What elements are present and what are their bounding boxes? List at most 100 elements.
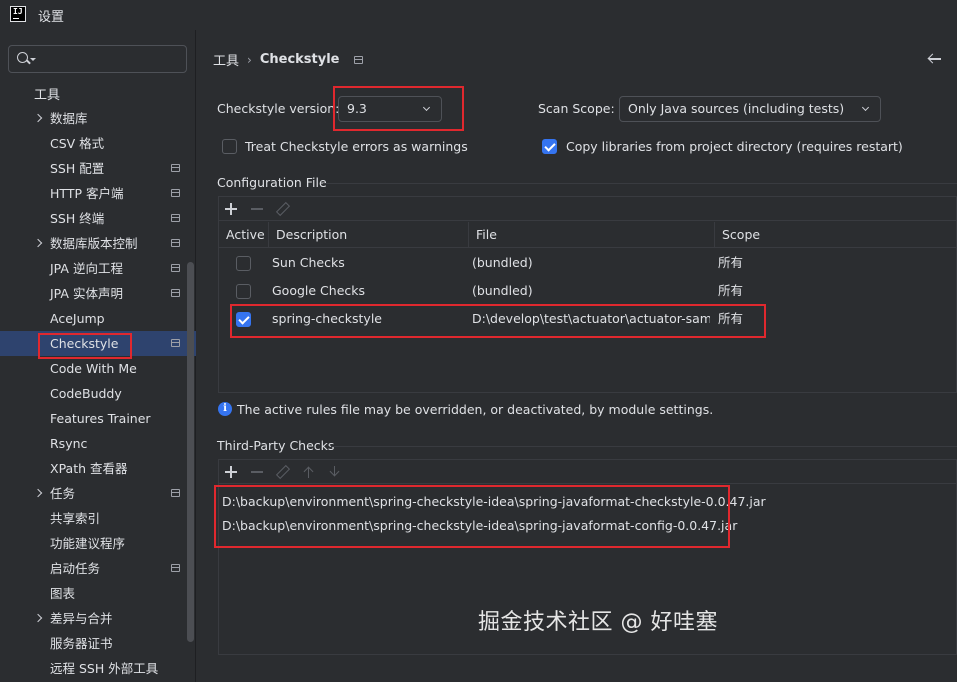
nav-group-header-tools[interactable]: 工具 [34, 84, 60, 103]
section-divider [331, 446, 957, 447]
sidebar-item[interactable]: SSH 终端 [0, 206, 196, 231]
sidebar-item[interactable]: 功能建议程序 [0, 531, 196, 556]
chevron-right-icon[interactable] [33, 488, 43, 498]
treat-errors-checkbox[interactable] [222, 139, 237, 154]
sidebar-item[interactable]: CSV 格式 [0, 131, 196, 156]
move-down-icon[interactable] [329, 466, 341, 478]
treat-errors-label[interactable]: Treat Checkstyle errors as warnings [245, 139, 468, 154]
list-item[interactable]: D:\backup\environment\spring-checkstyle-… [222, 518, 737, 533]
sidebar-item[interactable]: HTTP 客户端 [0, 181, 196, 206]
sidebar-item[interactable]: JPA 实体声明 [0, 281, 196, 306]
project-scope-icon [171, 489, 180, 497]
column-header-scope[interactable]: Scope [714, 222, 957, 248]
chevron-down-icon [422, 103, 431, 112]
sidebar-item[interactable]: 远程 SSH 外部工具 [0, 656, 196, 681]
sidebar-item[interactable]: JPA 逆向工程 [0, 256, 196, 281]
table-row[interactable]: Google Checks (bundled) 所有 [219, 277, 956, 305]
config-toolbar [219, 197, 956, 221]
sidebar-item[interactable]: 数据库版本控制 [0, 231, 196, 256]
copy-libraries-checkbox[interactable] [542, 139, 557, 154]
cell-description: Google Checks [272, 283, 366, 298]
chevron-right-icon[interactable] [33, 238, 43, 248]
sidebar-item[interactable]: 服务器证书 [0, 631, 196, 656]
chevron-right-icon[interactable] [33, 613, 43, 623]
scan-scope-select[interactable]: Only Java sources (including tests) [619, 96, 881, 122]
project-scope-icon [171, 164, 180, 172]
sidebar-item-label: 数据库 [50, 111, 88, 126]
intellij-app-icon: IJ [10, 6, 26, 22]
sidebar-item-label: 远程 SSH 外部工具 [50, 661, 159, 676]
sidebar-item[interactable]: AceJump [0, 306, 196, 331]
sidebar-scrollbar[interactable] [187, 262, 194, 642]
project-scope-icon [171, 564, 180, 572]
chevron-right-icon[interactable] [33, 113, 43, 123]
sidebar-item-label: 图表 [50, 586, 76, 601]
sidebar-item-label: 差异与合并 [50, 611, 113, 626]
sidebar-item-label: Code With Me [50, 361, 137, 376]
column-header-active[interactable]: Active [219, 222, 268, 248]
sidebar-item[interactable]: SSH 配置 [0, 156, 196, 181]
sidebar-item[interactable]: 数据库 [0, 106, 196, 131]
project-scope-icon [171, 189, 180, 197]
breadcrumb: 工具 › Checkstyle [213, 50, 363, 69]
table-row[interactable]: spring-checkstyle D:\develop\test\actuato… [219, 305, 956, 333]
sidebar-item[interactable]: 图表 [0, 581, 196, 606]
sidebar-item-label: HTTP 客户端 [50, 186, 124, 201]
breadcrumb-parent[interactable]: 工具 [213, 50, 239, 69]
breadcrumb-current: Checkstyle [259, 52, 340, 67]
search-input[interactable] [39, 50, 179, 68]
settings-sidebar: 工具 数据库 CSV 格式 SSH 配置 HTTP 客户端 SSH 终端数据库版本控制 J… [0, 30, 196, 682]
sidebar-item-label: 共享索引 [50, 511, 101, 526]
sidebar-item[interactable]: 共享索引 [0, 506, 196, 531]
sidebar-item-label: SSH 终端 [50, 211, 105, 226]
active-checkbox[interactable] [236, 284, 251, 299]
settings-main-panel: 工具 › Checkstyle Checkstyle version: 9.3 … [197, 30, 957, 682]
remove-icon[interactable] [251, 471, 263, 473]
sidebar-item[interactable]: Rsync [0, 431, 196, 456]
list-item[interactable]: D:\backup\environment\spring-checkstyle-… [222, 494, 766, 509]
sidebar-item-label: CSV 格式 [50, 136, 105, 151]
remove-icon[interactable] [251, 208, 263, 210]
sidebar-item[interactable]: XPath 查看器 [0, 456, 196, 481]
project-scope-icon [171, 214, 180, 222]
settings-search[interactable] [8, 45, 187, 73]
search-options-caret-icon[interactable] [30, 58, 36, 61]
sidebar-item-label: AceJump [50, 311, 105, 326]
cell-scope: 所有 [718, 311, 744, 326]
sidebar-item[interactable]: Features Trainer [0, 406, 196, 431]
move-up-icon[interactable] [303, 466, 315, 478]
cell-scope: 所有 [718, 255, 744, 270]
edit-icon[interactable] [277, 466, 289, 478]
configuration-file-title: Configuration File [217, 175, 327, 190]
sidebar-item[interactable]: Checkstyle [0, 331, 196, 359]
section-divider [323, 183, 957, 184]
back-arrow-icon[interactable] [928, 54, 942, 64]
checkstyle-version-select[interactable]: 9.3 [338, 96, 442, 122]
sidebar-item-label: 数据库版本控制 [50, 236, 138, 251]
active-checkbox[interactable] [236, 256, 251, 271]
nav-list: 数据库 CSV 格式 SSH 配置 HTTP 客户端 SSH 终端数据库版本控制 JPA … [0, 106, 196, 681]
sidebar-item[interactable]: 启动任务 [0, 556, 196, 581]
column-header-description[interactable]: Description [268, 222, 468, 248]
sidebar-item[interactable]: Code With Me [0, 356, 196, 381]
sidebar-item-label: CodeBuddy [50, 386, 122, 401]
cell-scope: 所有 [718, 283, 744, 298]
add-icon[interactable] [225, 466, 237, 478]
configuration-file-panel: Active Description File Scope Sun Checks… [218, 196, 957, 393]
sidebar-item-label: JPA 逆向工程 [50, 261, 123, 276]
table-row[interactable]: Sun Checks (bundled) 所有 [219, 249, 956, 277]
project-scope-icon [171, 239, 180, 247]
sidebar-item-label: XPath 查看器 [50, 461, 128, 476]
info-icon: i [218, 402, 232, 416]
sidebar-item[interactable]: 差异与合并 [0, 606, 196, 631]
edit-icon[interactable] [277, 203, 289, 215]
copy-libraries-label[interactable]: Copy libraries from project directory (r… [566, 139, 903, 154]
add-icon[interactable] [225, 203, 237, 215]
sidebar-item-label: JPA 实体声明 [50, 286, 123, 301]
scan-scope-label: Scan Scope: [538, 101, 615, 116]
column-header-file[interactable]: File [468, 222, 714, 248]
sidebar-item[interactable]: 任务 [0, 481, 196, 506]
active-checkbox[interactable] [236, 312, 251, 327]
sidebar-item-label: Checkstyle [50, 336, 119, 351]
sidebar-item[interactable]: CodeBuddy [0, 381, 196, 406]
